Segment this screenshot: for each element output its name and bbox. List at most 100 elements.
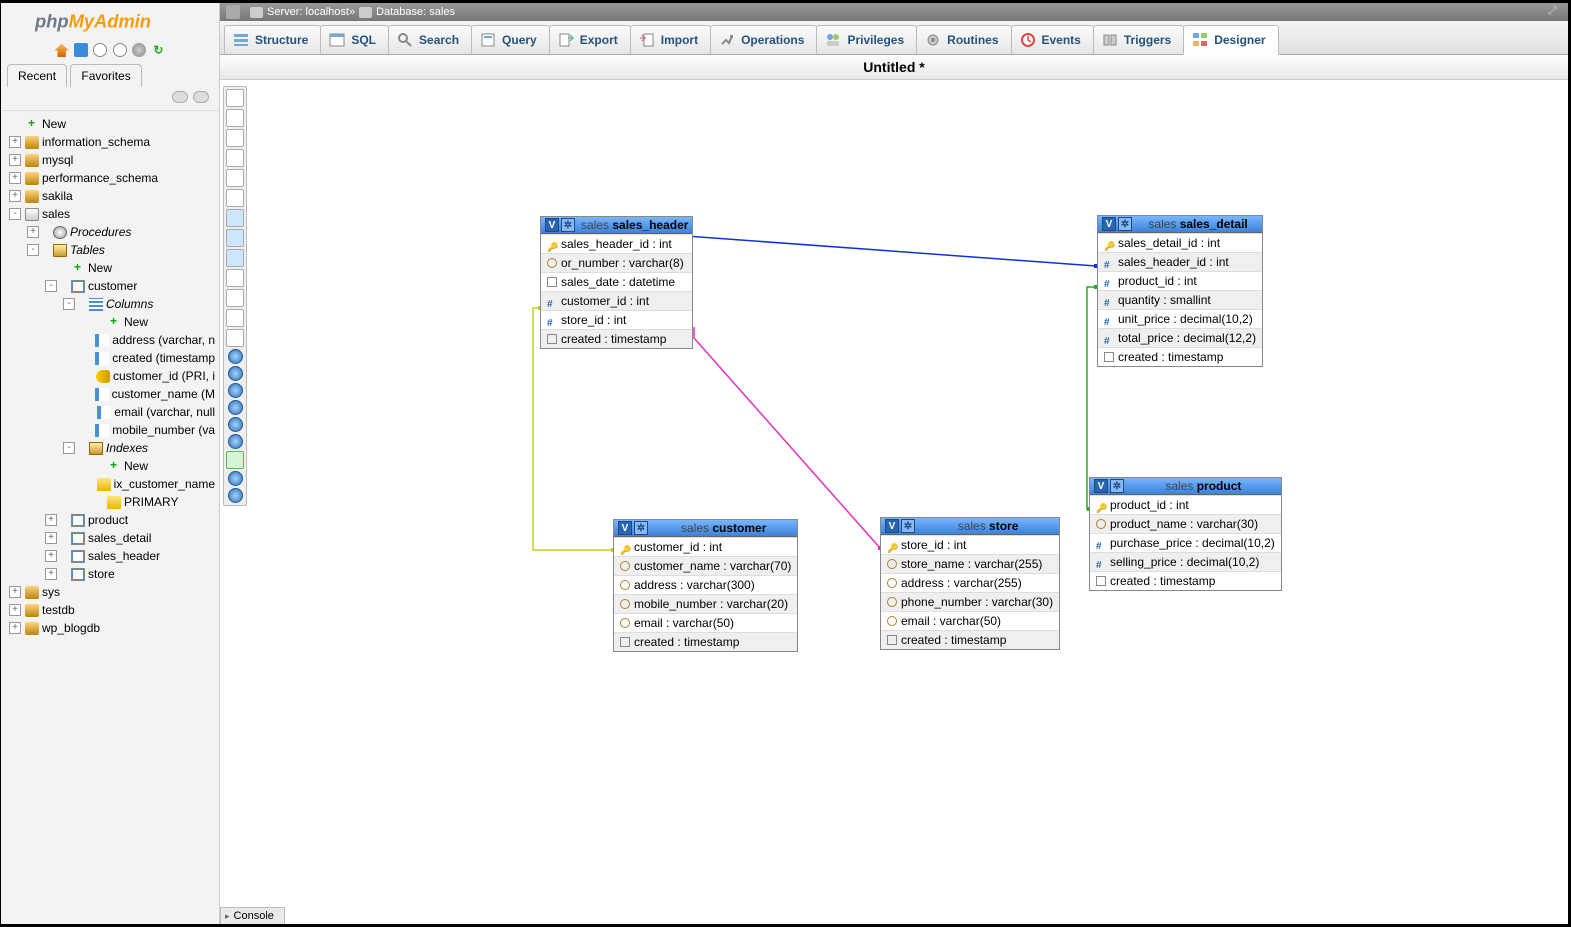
- home-icon[interactable]: [55, 43, 69, 57]
- table-header[interactable]: V✲sales store: [881, 518, 1059, 535]
- tree-item[interactable]: +mysql: [1, 151, 219, 169]
- collapse-all-icon[interactable]: [172, 91, 188, 103]
- table-store[interactable]: V✲sales storestore_id : intstore_name : …: [880, 517, 1060, 650]
- table-column[interactable]: sales_header_id : int: [541, 234, 692, 253]
- designer-tool-1[interactable]: [226, 109, 244, 127]
- table-header[interactable]: V✲sales sales_detail: [1098, 216, 1262, 233]
- tab-export[interactable]: Export: [549, 25, 631, 54]
- designer-tool-9[interactable]: [226, 269, 244, 287]
- table-column[interactable]: selling_price : decimal(10,2): [1090, 552, 1281, 571]
- designer-tool-20[interactable]: [228, 471, 243, 486]
- table-column[interactable]: created : timestamp: [1090, 571, 1281, 590]
- designer-tool-6[interactable]: [226, 209, 244, 227]
- help-icon[interactable]: [113, 43, 127, 57]
- tree-item[interactable]: -customer: [1, 277, 219, 295]
- tree-expand-icon[interactable]: -: [9, 208, 21, 220]
- table-column[interactable]: store_id : int: [881, 535, 1059, 554]
- tree-item[interactable]: -sales: [1, 205, 219, 223]
- tree-expand-icon[interactable]: -: [63, 442, 75, 454]
- table-header[interactable]: V✲sales sales_header: [541, 217, 692, 234]
- designer-tool-17[interactable]: [228, 417, 243, 432]
- tab-events[interactable]: Events: [1011, 25, 1094, 54]
- table-sales_header[interactable]: V✲sales sales_headersales_header_id : in…: [540, 216, 693, 349]
- tree-expand-icon[interactable]: +: [9, 154, 21, 166]
- table-column[interactable]: customer_id : int: [614, 537, 797, 556]
- tree-item[interactable]: +product: [1, 511, 219, 529]
- breadcrumb-database[interactable]: Database: sales: [376, 6, 455, 18]
- link-icon[interactable]: [193, 91, 209, 103]
- table-column[interactable]: phone_number : varchar(30): [881, 592, 1059, 611]
- tree-item[interactable]: +wp_blogdb: [1, 619, 219, 637]
- tab-triggers[interactable]: Triggers: [1093, 25, 1184, 54]
- tree-expand-icon[interactable]: +: [45, 532, 57, 544]
- table-collapse-icon[interactable]: V: [545, 218, 559, 232]
- breadcrumb-server[interactable]: Server: localhost: [267, 6, 349, 18]
- table-column[interactable]: sales_header_id : int: [1098, 252, 1262, 271]
- designer-tool-19[interactable]: [226, 451, 244, 469]
- tree-expand-icon[interactable]: +: [9, 136, 21, 148]
- table-column[interactable]: product_id : int: [1098, 271, 1262, 290]
- table-options-icon[interactable]: ✲: [901, 519, 915, 533]
- table-collapse-icon[interactable]: V: [1094, 479, 1108, 493]
- designer-tool-15[interactable]: [228, 383, 243, 398]
- table-column[interactable]: email : varchar(50): [881, 611, 1059, 630]
- logo[interactable]: phpMyAdmin: [1, 3, 219, 41]
- tree-item[interactable]: New: [1, 457, 219, 475]
- table-column[interactable]: purchase_price : decimal(10,2): [1090, 533, 1281, 552]
- table-column[interactable]: mobile_number : varchar(20): [614, 594, 797, 613]
- relation-line[interactable]: [1087, 287, 1096, 509]
- tree-item[interactable]: New: [1, 259, 219, 277]
- designer-tool-13[interactable]: [228, 349, 243, 364]
- tree-expand-icon[interactable]: -: [27, 244, 39, 256]
- designer-tool-2[interactable]: [226, 129, 244, 147]
- table-column[interactable]: created : timestamp: [881, 630, 1059, 649]
- table-column[interactable]: email : varchar(50): [614, 613, 797, 632]
- tab-operations[interactable]: Operations: [710, 25, 817, 54]
- tree-item[interactable]: +Procedures: [1, 223, 219, 241]
- table-options-icon[interactable]: ✲: [561, 218, 575, 232]
- table-column[interactable]: store_name : varchar(255): [881, 554, 1059, 573]
- table-customer[interactable]: V✲sales customercustomer_id : intcustome…: [613, 519, 798, 652]
- reload-icon[interactable]: ↻: [151, 43, 165, 57]
- table-sales_detail[interactable]: V✲sales sales_detailsales_detail_id : in…: [1097, 215, 1263, 367]
- tab-query[interactable]: Query: [471, 25, 550, 54]
- recent-tab[interactable]: Recent: [7, 64, 67, 87]
- designer-tool-14[interactable]: [228, 366, 243, 381]
- designer-tool-4[interactable]: [226, 169, 244, 187]
- table-column[interactable]: created : timestamp: [614, 632, 797, 651]
- tree-item[interactable]: New: [1, 313, 219, 331]
- table-product[interactable]: V✲sales productproduct_id : intproduct_n…: [1089, 477, 1282, 591]
- docs-icon[interactable]: [93, 43, 107, 57]
- tree-expand-icon[interactable]: +: [9, 622, 21, 634]
- tree-expand-icon[interactable]: +: [9, 190, 21, 202]
- table-column[interactable]: created : timestamp: [541, 329, 692, 348]
- tree-item[interactable]: customer_id (PRI, i: [1, 367, 219, 385]
- table-column[interactable]: product_name : varchar(30): [1090, 514, 1281, 533]
- tree-item[interactable]: -Columns: [1, 295, 219, 313]
- tree-item[interactable]: +sales_header: [1, 547, 219, 565]
- tree-item[interactable]: -Indexes: [1, 439, 219, 457]
- tree-expand-icon[interactable]: -: [45, 280, 57, 292]
- relation-line[interactable]: [686, 328, 880, 548]
- favorites-tab[interactable]: Favorites: [70, 64, 141, 87]
- tree-expand-icon[interactable]: -: [63, 298, 75, 310]
- tree-item[interactable]: +information_schema: [1, 133, 219, 151]
- table-column[interactable]: product_id : int: [1090, 495, 1281, 514]
- table-column[interactable]: or_number : varchar(8): [541, 253, 692, 272]
- designer-tool-18[interactable]: [228, 434, 243, 449]
- tree-item[interactable]: created (timestamp: [1, 349, 219, 367]
- designer-tool-7[interactable]: [226, 229, 244, 247]
- tree-expand-icon[interactable]: +: [9, 586, 21, 598]
- logout-icon[interactable]: [74, 43, 88, 57]
- designer-tool-21[interactable]: [228, 488, 243, 503]
- tree-expand-icon[interactable]: +: [45, 568, 57, 580]
- tab-import[interactable]: Import: [630, 25, 711, 54]
- table-column[interactable]: address : varchar(300): [614, 575, 797, 594]
- console-toggle[interactable]: Console: [220, 907, 285, 924]
- breadcrumb-close-icon[interactable]: ⤢: [1548, 5, 1562, 19]
- tree-item[interactable]: mobile_number (va: [1, 421, 219, 439]
- designer-tool-16[interactable]: [228, 400, 243, 415]
- table-column[interactable]: address : varchar(255): [881, 573, 1059, 592]
- table-options-icon[interactable]: ✲: [1110, 479, 1124, 493]
- tree-item[interactable]: +testdb: [1, 601, 219, 619]
